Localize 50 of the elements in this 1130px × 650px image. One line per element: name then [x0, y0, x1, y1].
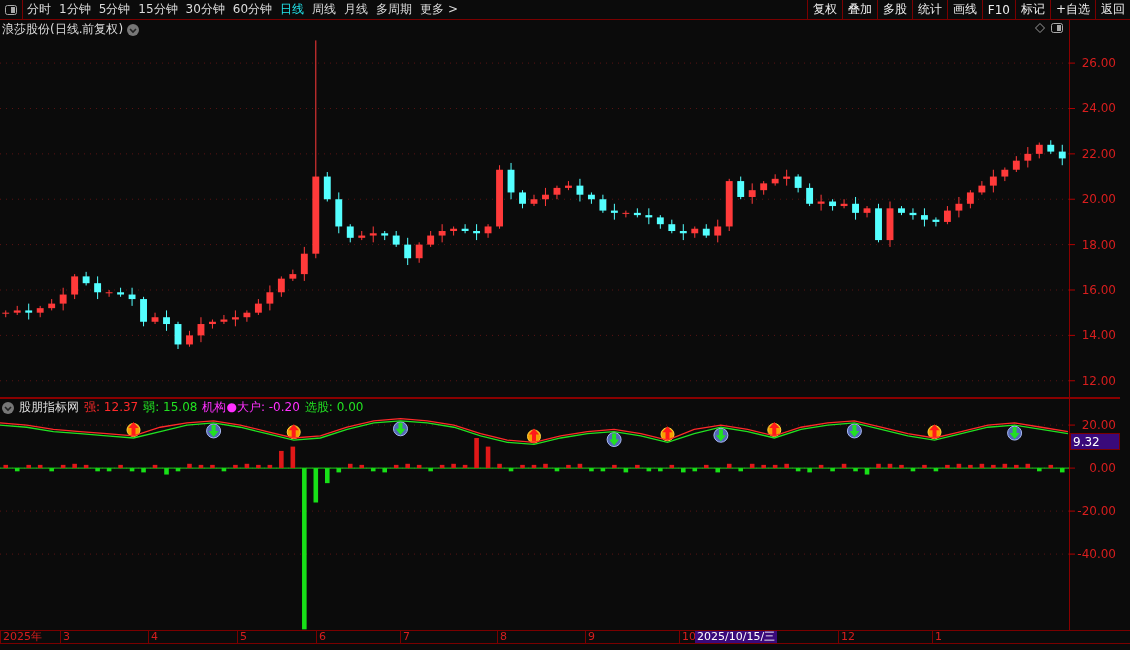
axis-label: 18.00	[1081, 237, 1116, 252]
toolbar-button[interactable]: F10	[981, 0, 1015, 19]
date-label: 1	[932, 631, 942, 643]
period-tab[interactable]: 15分钟	[134, 0, 182, 19]
legend-value: 机构●大户: -0.20	[202, 399, 300, 416]
legend-value: 强: 12.37	[84, 399, 139, 416]
date-label: 7	[400, 631, 410, 643]
axis-label: 20.00	[1081, 192, 1116, 207]
toolbar-button[interactable]: 叠加	[841, 0, 877, 19]
axis-label: 0.00	[1089, 461, 1116, 476]
toolbar-button[interactable]: 画线	[946, 0, 982, 19]
date-label: 6	[316, 631, 326, 643]
toolbar-button[interactable]: 返回	[1095, 0, 1130, 19]
toolbar-button[interactable]: +自选	[1049, 0, 1095, 19]
toolbar-button[interactable]: 多股	[876, 0, 912, 19]
chart-title: 浪莎股份(日线.前复权)	[2, 21, 124, 38]
period-tab[interactable]: 多周期	[372, 0, 417, 19]
date-label: 4	[148, 631, 158, 643]
period-tab[interactable]: 周线	[308, 0, 341, 19]
axis-label: 14.00	[1081, 328, 1116, 343]
indicator-title: 股朋指标网	[19, 399, 79, 416]
axis-label: -40.00	[1077, 547, 1116, 562]
legend-value: 弱: 15.08	[143, 399, 198, 416]
cursor-date-label: 2025/10/15/三	[695, 631, 778, 643]
period-tab[interactable]: 月线	[340, 0, 373, 19]
axis-label: -20.00	[1077, 504, 1116, 519]
toolbar-button[interactable]: 复权	[806, 0, 842, 19]
axis-label: 16.00	[1081, 283, 1116, 297]
date-label: 2025年	[0, 631, 42, 643]
legend-value: 选股: 0.00	[304, 399, 364, 416]
date-label: 12	[838, 631, 855, 643]
period-tab[interactable]: 分时	[23, 0, 55, 19]
date-label: 3	[60, 631, 70, 643]
date-label: 5	[237, 631, 247, 643]
period-tab[interactable]: 1分钟	[55, 0, 95, 19]
axis-label: 22.00	[1081, 146, 1116, 161]
period-tab[interactable]: 60分钟	[228, 0, 277, 19]
period-tab[interactable]: 日线	[276, 0, 309, 19]
period-tab[interactable]: 5分钟	[94, 0, 135, 19]
toolbar-button[interactable]: 标记	[1014, 0, 1050, 19]
date-label: 9	[585, 631, 595, 643]
period-tab[interactable]: 30分钟	[181, 0, 229, 19]
toolbar-button[interactable]: 统计	[911, 0, 947, 19]
axis-label: 20.00	[1081, 418, 1116, 433]
axis-label: 26.00	[1081, 56, 1116, 71]
axis-label: 24.00	[1081, 101, 1116, 116]
period-tab[interactable]: 更多 >	[416, 0, 462, 19]
value-tag: 9.32	[1070, 433, 1120, 450]
axis-label: 12.00	[1081, 373, 1116, 388]
date-label: 8	[497, 631, 507, 643]
